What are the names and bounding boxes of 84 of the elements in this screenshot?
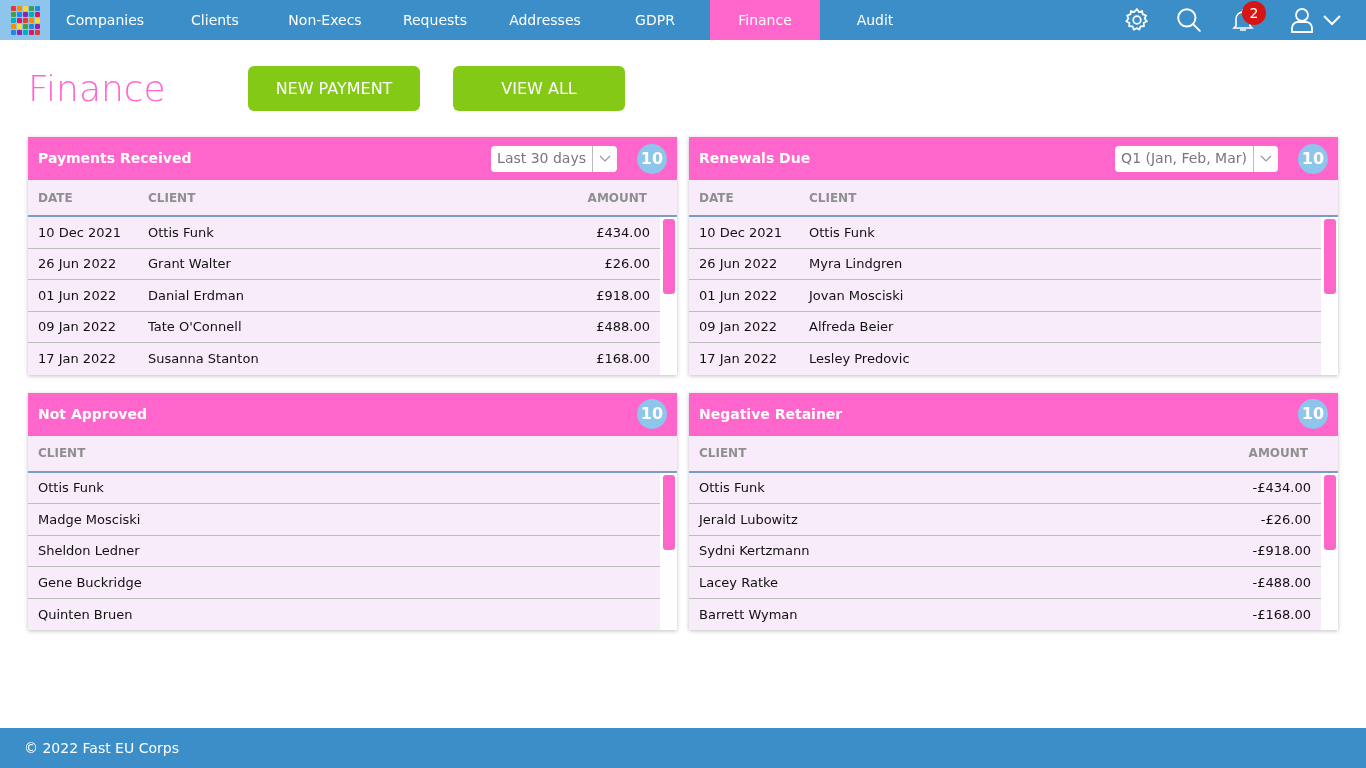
- table-cell-text: Danial Erdman: [148, 286, 245, 305]
- table-cell-text: Ottis Funk: [809, 223, 876, 242]
- nav-tab[interactable]: Audit: [820, 0, 930, 40]
- nav-tab[interactable]: Addresses: [490, 0, 600, 40]
- table-cell-text: Jerald Lubowitz: [699, 510, 799, 529]
- table-cell-text: Ottis Funk: [148, 223, 215, 242]
- table-cell-text: Ottis Funk: [38, 479, 105, 497]
- copyright-text: © 2022 Fast EU Corps: [24, 738, 179, 758]
- user-icon: [1290, 7, 1314, 33]
- chevron-down-icon: [599, 154, 611, 163]
- table-cell-text: Gene Buckridge: [38, 573, 143, 592]
- action-button[interactable]: VIEW ALL: [453, 66, 625, 111]
- panel-title: Payments Received: [38, 149, 193, 168]
- nav-tab[interactable]: Finance: [710, 0, 820, 40]
- table-cell-text: -£434.00: [1251, 479, 1311, 497]
- chevron-down-icon: [1322, 14, 1342, 26]
- nav-tab[interactable]: GDPR: [600, 0, 710, 40]
- column-header: AMOUNT: [586, 189, 647, 207]
- table-cell-text: Grant Walter: [148, 255, 232, 273]
- filter-dropdown[interactable]: Last 30 days: [491, 145, 617, 172]
- table-cell-text: -£26.00: [1259, 510, 1311, 529]
- table-cell-text: 17 Jan 2022: [699, 350, 778, 368]
- nav-tab[interactable]: Clients: [160, 0, 270, 40]
- panel-title: Not Approved: [38, 404, 148, 424]
- table-cell-text: 01 Jun 2022: [699, 286, 779, 305]
- table-cell-text: £488.00: [595, 318, 650, 336]
- scrollbar[interactable]: [660, 217, 677, 375]
- column-header: CLIENT: [699, 445, 748, 462]
- table-cell-text: 10 Dec 2021: [699, 223, 784, 242]
- page-title: Finance: [28, 66, 167, 111]
- count-badge: 10: [637, 399, 667, 429]
- count-badge: 10: [1298, 143, 1328, 174]
- notification-badge: 2: [1242, 1, 1266, 25]
- scrollbar[interactable]: [1321, 217, 1338, 375]
- table-cell-text: 10 Dec 2021: [38, 223, 123, 242]
- column-header: DATE: [699, 189, 735, 207]
- table-cell-text: 09 Jan 2022: [699, 318, 778, 336]
- action-button[interactable]: NEW PAYMENT: [248, 66, 420, 111]
- table-cell-text: Madge Mosciski: [38, 510, 142, 529]
- nav-tab[interactable]: Companies: [50, 0, 160, 40]
- column-header: CLIENT: [148, 189, 197, 207]
- table-cell-text: 26 Jun 2022: [699, 255, 779, 273]
- column-header: DATE: [38, 189, 74, 207]
- table-cell-text: £434.00: [595, 223, 650, 242]
- column-header: AMOUNT: [1247, 445, 1308, 462]
- search-icon[interactable]: [1176, 7, 1202, 33]
- filter-dropdown[interactable]: Q1 (Jan, Feb, Mar): [1115, 145, 1278, 172]
- settings-icon[interactable]: [1124, 7, 1150, 33]
- table-cell-text: Barrett Wyman: [699, 605, 799, 624]
- table-cell-text: Jovan Mosciski: [809, 286, 905, 305]
- count-badge: 10: [637, 143, 667, 174]
- table-cell-text: 26 Jun 2022: [38, 255, 118, 273]
- globe-logo: [8, 3, 42, 37]
- count-badge: 10: [1298, 399, 1328, 429]
- table-cell-text: Alfreda Beier: [809, 318, 895, 336]
- table-cell-text: 01 Jun 2022: [38, 286, 118, 305]
- scrollbar[interactable]: [660, 472, 677, 630]
- scrollbar[interactable]: [1321, 472, 1338, 630]
- logo-tile[interactable]: [0, 0, 50, 40]
- table-cell-text: Sheldon Ledner: [38, 542, 141, 560]
- table-cell-text: Tate O'Connell: [148, 318, 243, 336]
- nav-tab[interactable]: Non-Execs: [270, 0, 380, 40]
- table-cell-text: -£488.00: [1251, 573, 1311, 592]
- table-cell-text: -£918.00: [1251, 542, 1311, 560]
- panel-title: Renewals Due: [699, 149, 812, 168]
- column-header: CLIENT: [38, 445, 87, 462]
- table-cell-text: 17 Jan 2022: [38, 350, 117, 368]
- table-cell-text: Sydni Kertzmann: [699, 542, 811, 560]
- account-menu[interactable]: [1290, 7, 1342, 33]
- table-cell-text: -£168.00: [1251, 605, 1311, 624]
- table-cell-text: Lacey Ratke: [699, 573, 780, 592]
- table-cell-text: £918.00: [595, 286, 650, 305]
- panel-title: Negative Retainer: [699, 404, 844, 424]
- column-header: CLIENT: [809, 189, 858, 207]
- table-cell-text: Myra Lindgren: [809, 255, 904, 273]
- table-cell-text: Lesley Predovic: [809, 350, 911, 368]
- table-cell-text: Ottis Funk: [699, 479, 766, 497]
- table-cell-text: £26.00: [603, 255, 650, 273]
- table-cell-text: Quinten Bruen: [38, 605, 134, 624]
- table-cell-text: 09 Jan 2022: [38, 318, 117, 336]
- table-cell-text: £168.00: [595, 350, 650, 368]
- chevron-down-icon: [1260, 154, 1272, 163]
- table-cell-text: Susanna Stanton: [148, 350, 260, 368]
- nav-tab[interactable]: Requests: [380, 0, 490, 40]
